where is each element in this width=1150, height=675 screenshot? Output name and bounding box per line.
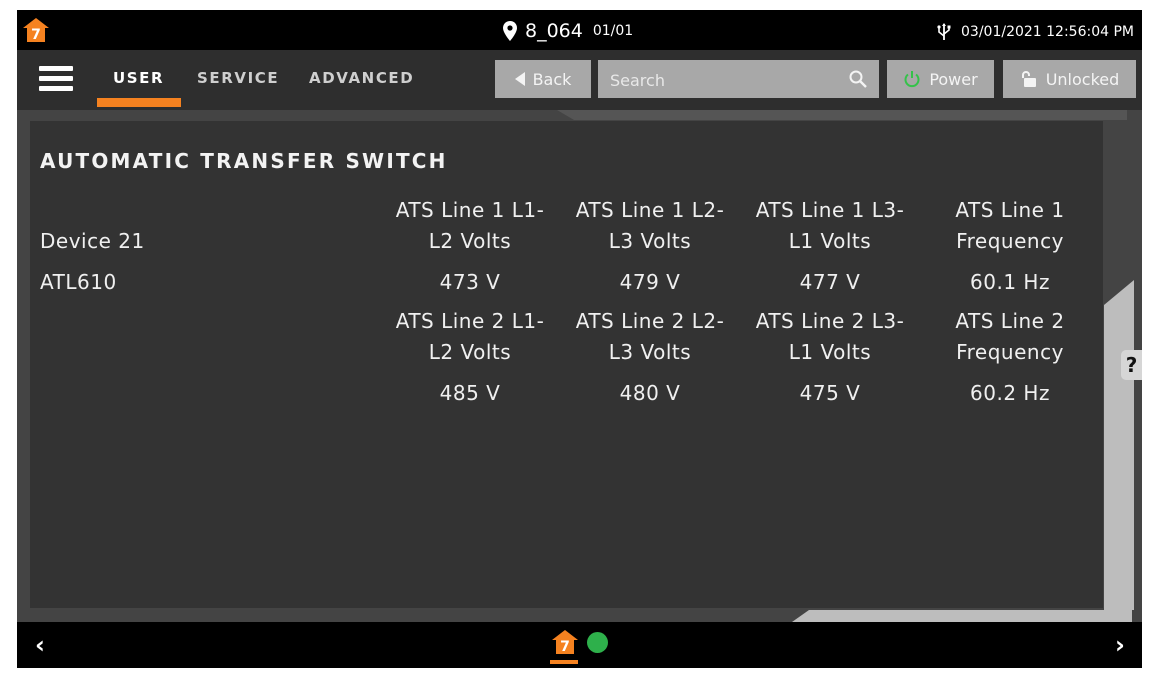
page-indicator: 01/01 [592,23,634,39]
status-bar: 7 8_064 01/01 03/01/2021 12:56:04 PM [17,10,1142,50]
header-text: Frequency [956,229,1064,253]
location-name: 8_064 [525,20,583,42]
status-dot[interactable] [587,632,608,653]
header-text: ATS Line 1 L3- [755,198,905,222]
decorative-top-bar [557,110,1127,120]
value-line2-l2-l3: 480 V [619,381,681,405]
unlocked-padlock-icon [1021,71,1036,87]
datetime-indicator: 03/01/2021 12:56:04 PM [937,23,1134,41]
header-text: ATS Line 2 L3- [755,309,905,333]
header-text: ATS Line 2 L2- [575,309,725,333]
home-icon[interactable]: 7 [552,629,578,655]
bottom-bar: ‹ 7 › [17,622,1142,668]
header-text: L2 Volts [428,340,512,364]
usb-icon [937,23,951,40]
app-logo-icon: 7 [23,18,49,42]
svg-text:7: 7 [560,639,570,655]
header-line2-l2-l3: ATS Line 2 L2- L3 Volts [560,306,740,368]
value-line1-l1-l2: 473 V [439,270,501,294]
lock-button[interactable]: Unlocked [1003,60,1136,98]
tab-advanced[interactable]: ADVANCED [309,69,414,87]
header-text: L3 Volts [608,229,692,253]
header-line2-frequency: ATS Line 2 Frequency [920,306,1100,368]
search-icon[interactable] [849,70,867,88]
header-line2-l3-l1: ATS Line 2 L3- L1 Volts [740,306,920,368]
location-indicator: 8_064 01/01 [503,20,633,42]
svg-text:7: 7 [31,27,41,42]
lock-label: Unlocked [1045,69,1120,89]
device-name: Device 21 [40,229,145,253]
location-pin-icon [503,21,517,41]
back-label: Back [532,69,572,89]
value-line2-l3-l1: 475 V [799,381,861,405]
header-line1-frequency: ATS Line 1 Frequency [920,195,1100,257]
header-text: L3 Volts [608,340,692,364]
value-line2-frequency: 60.2 Hz [970,381,1050,405]
search-input[interactable] [598,60,852,100]
header-line1-l3-l1: ATS Line 1 L3- L1 Volts [740,195,920,257]
tab-service[interactable]: SERVICE [197,69,279,87]
ats-panel: AUTOMATIC TRANSFER SWITCH Device 21 ATL6… [30,121,1103,608]
value-line1-l3-l1: 477 V [799,270,861,294]
power-icon [904,71,920,88]
header-text: ATS Line 1 [955,198,1065,222]
header-text: ATS Line 1 L2- [575,198,725,222]
back-arrow-icon [514,72,525,86]
header-line1-l2-l3: ATS Line 1 L2- L3 Volts [560,195,740,257]
header-text: ATS Line 2 L1- [395,309,545,333]
decorative-bottom-bar [792,610,1132,622]
header-text: ATS Line 1 L1- [395,198,545,222]
help-button[interactable]: ? [1121,350,1142,380]
value-line2-l1-l2: 485 V [439,381,501,405]
active-tab-indicator [97,98,181,107]
header-line2-l1-l2: ATS Line 2 L1- L2 Volts [380,306,560,368]
next-page-button[interactable]: › [1115,631,1125,659]
nav-bar: USER SERVICE ADVANCED Back Power [17,50,1142,110]
value-line1-l2-l3: 479 V [619,270,681,294]
page-title: AUTOMATIC TRANSFER SWITCH [40,149,448,173]
content-area: AUTOMATIC TRANSFER SWITCH Device 21 ATL6… [17,110,1142,622]
back-button[interactable]: Back [495,60,591,98]
home-indicator [550,660,578,664]
tab-user[interactable]: USER [113,69,164,87]
datetime-text: 03/01/2021 12:56:04 PM [961,24,1134,40]
search-field[interactable] [598,60,879,100]
header-text: ATS Line 2 [955,309,1065,333]
device-model: ATL610 [40,270,117,294]
previous-page-button[interactable]: ‹ [35,631,45,659]
menu-icon[interactable] [39,66,73,92]
value-line1-frequency: 60.1 Hz [970,270,1050,294]
header-line1-l1-l2: ATS Line 1 L1- L2 Volts [380,195,560,257]
header-text: L1 Volts [788,340,872,364]
header-text: L2 Volts [428,229,512,253]
power-label: Power [929,69,978,89]
header-text: Frequency [956,340,1064,364]
power-button[interactable]: Power [887,60,994,98]
header-text: L1 Volts [788,229,872,253]
device-screen: 7 8_064 01/01 03/01/2021 12:56:04 PM USE… [17,10,1142,668]
scrollbar[interactable] [1104,280,1134,610]
